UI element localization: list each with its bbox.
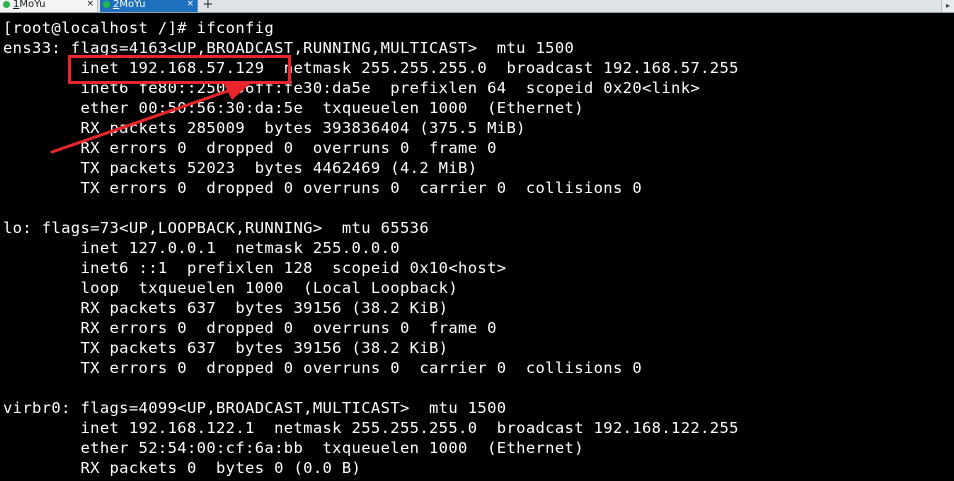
terminal-line: ether 00:50:56:30:da:5e txqueuelen 1000 … (3, 99, 584, 117)
terminal-line: TX errors 0 dropped 0 overruns 0 carrier… (3, 179, 642, 197)
terminal-line: virbr0: flags=4099<UP,BROADCAST,MULTICAS… (3, 399, 507, 417)
session-tab-2[interactable]: 2 MoYu × (100, 0, 198, 12)
terminal-line: inet6 fe80::250:56ff:fe30:da5e prefixlen… (3, 79, 701, 97)
connected-status-icon (3, 1, 10, 8)
terminal-line: TX errors 0 dropped 0 overruns 0 carrier… (3, 359, 642, 377)
terminal-line: RX packets 0 bytes 0 (0.0 B) (3, 459, 362, 477)
terminal-line: TX packets 52023 bytes 4462469 (4.2 MiB) (3, 159, 478, 177)
terminal-line: ether 52:54:00:cf:6a:bb txqueuelen 1000 … (3, 439, 584, 457)
terminal-line: RX errors 0 dropped 0 overruns 0 frame 0 (3, 319, 497, 337)
close-icon[interactable]: × (86, 0, 94, 9)
tab-label: MoYu (119, 0, 146, 10)
terminal-line: inet 192.168.57.129 netmask 255.255.255.… (3, 59, 739, 77)
terminal-output[interactable]: [root@localhost /]# ifconfig ens33: flag… (3, 18, 951, 481)
new-tab-button[interactable]: + (201, 0, 215, 12)
terminal-line: loop txqueuelen 1000 (Local Loopback) (3, 279, 459, 297)
terminal-line: RX packets 637 bytes 39156 (38.2 KiB) (3, 299, 449, 317)
terminal-line: inet 192.168.122.1 netmask 255.255.255.0… (3, 419, 739, 437)
terminal-line: ens33: flags=4163<UP,BROADCAST,RUNNING,M… (3, 39, 575, 57)
session-tab-1[interactable]: 1 MoYu × (0, 0, 98, 12)
terminal-line: inet6 ::1 prefixlen 128 scopeid 0x10<hos… (3, 259, 507, 277)
terminal-line: [root@localhost /]# ifconfig (3, 19, 275, 37)
terminal-line: lo: flags=73<UP,LOOPBACK,RUNNING> mtu 65… (3, 219, 429, 237)
connected-status-icon (103, 1, 110, 8)
close-icon[interactable]: × (186, 0, 194, 9)
terminal-line: TX packets 637 bytes 39156 (38.2 KiB) (3, 339, 449, 357)
tab-label: MoYu (19, 0, 46, 10)
terminal-line: RX packets 285009 bytes 393836404 (375.5… (3, 119, 526, 137)
session-tab-bar: 1 MoYu × 2 MoYu × + ▸ (0, 0, 954, 13)
tab-scroll-right-icon[interactable]: ▸ (941, 0, 954, 12)
terminal-line: RX errors 0 dropped 0 overruns 0 frame 0 (3, 139, 497, 157)
terminal-line: inet 127.0.0.1 netmask 255.0.0.0 (3, 239, 400, 257)
